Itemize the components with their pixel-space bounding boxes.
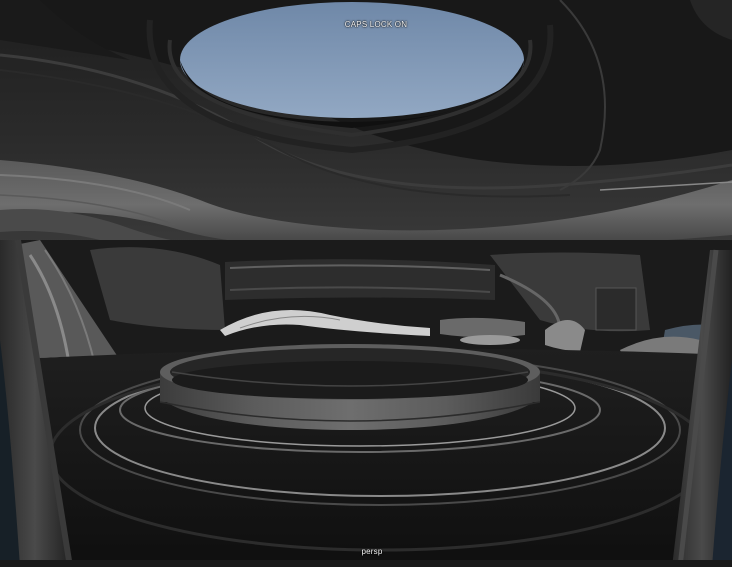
- 3d-scene-render[interactable]: [0, 0, 732, 567]
- central-ring: [159, 344, 541, 430]
- perspective-viewport[interactable]: CAPS LOCK ON persp: [0, 0, 732, 567]
- skylight-oculus: [180, 2, 524, 118]
